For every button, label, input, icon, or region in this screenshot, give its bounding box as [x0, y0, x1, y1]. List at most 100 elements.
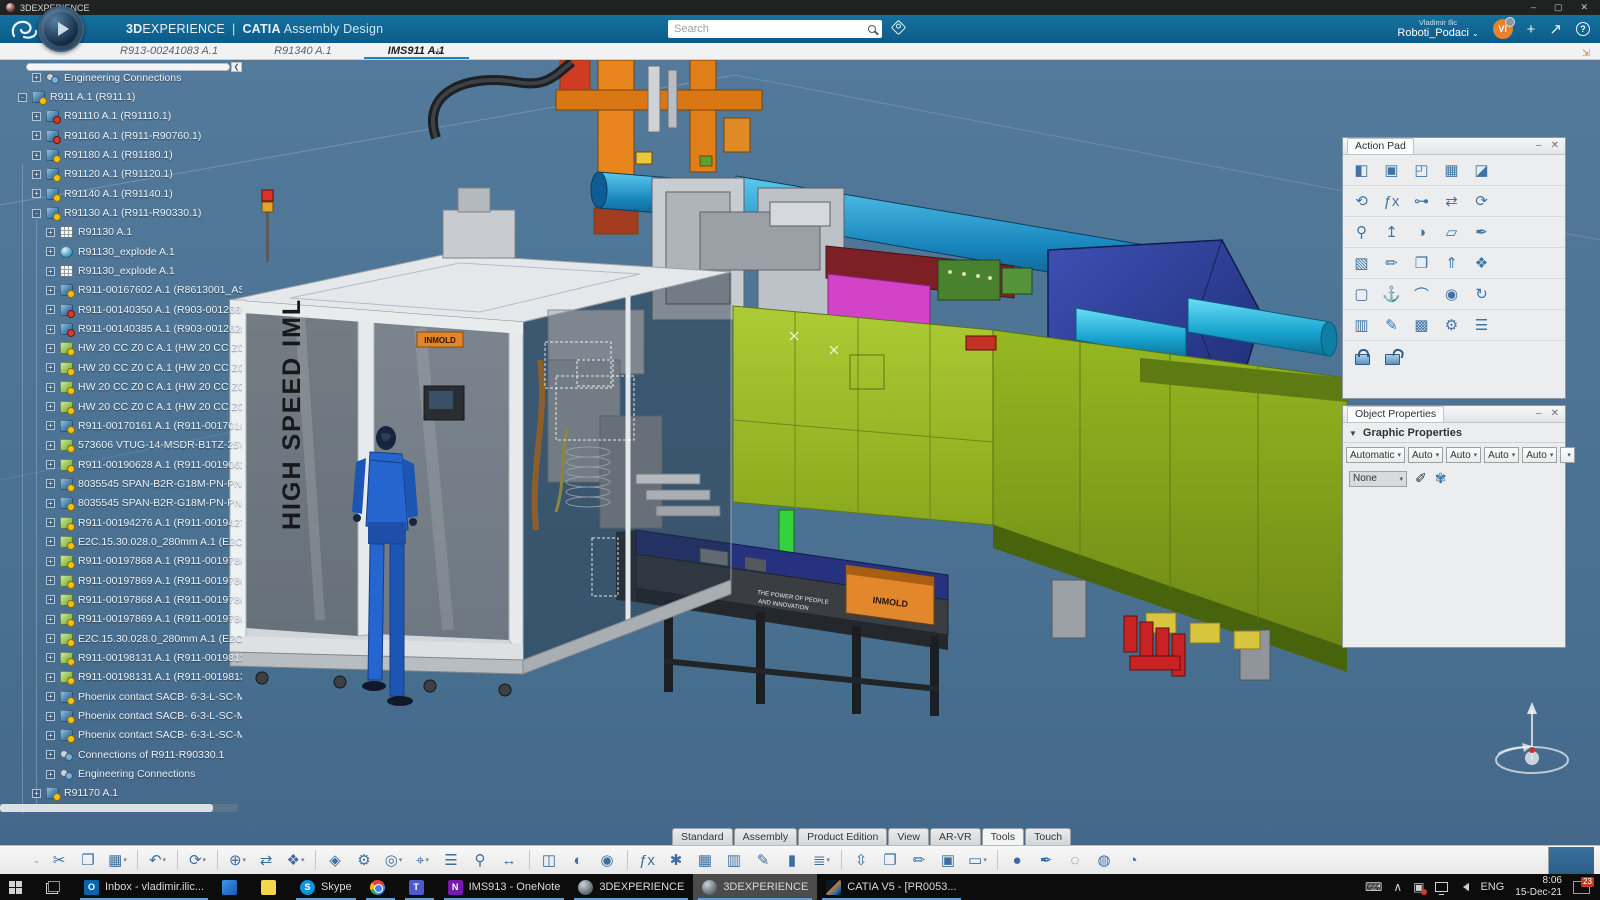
tree-row[interactable]: + R911-00140350 A.1 (R903-00126617.1) [0, 300, 242, 319]
formula-icon[interactable]: ƒx [634, 848, 661, 872]
tree-expand-toggle[interactable]: + [46, 731, 55, 740]
tree-row[interactable]: + 573606 VTUG-14-MSDR-B1TZ-25V20-Q1 [0, 436, 242, 455]
tree-expand-toggle[interactable]: + [46, 615, 55, 624]
bend-part-icon[interactable]: ⌒ [1408, 282, 1435, 306]
tree-row[interactable]: + Phoenix contact SACB- 6-3-L-SC-M8 A.1 … [0, 687, 242, 706]
toolbar-tab[interactable]: Assembly [734, 828, 798, 845]
tree-row[interactable]: + R911-00190628 A.1 (R911-00190628.1) [0, 455, 242, 474]
open-cube-icon[interactable]: ◰ [1408, 158, 1435, 182]
tree-row[interactable]: + R911-00198131 A.1 (R911-00198131.1) [0, 648, 242, 667]
tree-node-label[interactable]: R91120 A.1 (R91120.1) [64, 168, 173, 180]
box-icon[interactable]: ▣ [935, 848, 962, 872]
tree-row[interactable]: + Engineering Connections [0, 764, 242, 783]
tree-expand-toggle[interactable]: + [46, 692, 55, 701]
tree-node-label[interactable]: R911 A.1 (R911.1) [50, 91, 135, 103]
camera-robot-icon[interactable]: ❖ [1468, 251, 1495, 275]
component-icon[interactable]: ▢ [1348, 282, 1375, 306]
onenote[interactable]: N IMS913 - OneNote [439, 874, 570, 900]
search-box[interactable] [668, 20, 882, 38]
tree-row[interactable]: + Connections of R911-R90330.1 [0, 745, 242, 764]
tree-expand-toggle[interactable]: + [46, 770, 55, 779]
sep[interactable] [997, 850, 998, 870]
section-collapse-icon[interactable]: ▼ [1349, 429, 1357, 438]
tree-expand-toggle[interactable]: - [32, 209, 41, 218]
tree-expand-toggle[interactable]: + [32, 189, 41, 198]
tree-expand-toggle[interactable]: + [32, 131, 41, 140]
tree-row[interactable]: + R91130 A.1 [0, 223, 242, 242]
save-disc-icon[interactable]: ◎▾ [380, 848, 407, 872]
panel-minimize-button[interactable]: – [1536, 140, 1542, 151]
anchor-up-icon[interactable]: ↥ [1378, 220, 1405, 244]
tree-node-label[interactable]: R91140 A.1 (R91140.1) [64, 188, 173, 200]
upload-box-icon[interactable]: ⇑ [1438, 251, 1465, 275]
toolbar-tab[interactable]: AR-VR [930, 828, 981, 845]
close-button[interactable]: ✕ [1580, 2, 1588, 13]
teams[interactable]: T [400, 874, 439, 900]
tree-row[interactable]: + HW 20 CC Z0 C A.1 (HW 20 CC Z0 C.4) [0, 397, 242, 416]
tree-row[interactable]: + R911-00197869 A.1 (R911-00197869.2) [0, 610, 242, 629]
new-tab-button[interactable]: + [418, 43, 458, 60]
tag-icon[interactable] [891, 20, 907, 36]
tree-expand-toggle[interactable]: + [46, 402, 55, 411]
sep[interactable] [529, 850, 530, 870]
formula-icon[interactable]: ƒx [1378, 189, 1405, 213]
tree-expand-toggle[interactable]: + [32, 789, 41, 798]
graphic-property-dropdown[interactable]: Auto▾ [1484, 447, 1519, 463]
hidden-icons-chevron[interactable]: ∧ [1393, 881, 1402, 893]
tree-row[interactable]: + R91160 A.1 (R911-R90760.1) [0, 126, 242, 145]
tree-row[interactable]: + R911-00197868 A.1 (R911-00197868.2) [0, 590, 242, 609]
language-indicator[interactable]: ENG [1480, 881, 1504, 893]
tree-node-label[interactable]: HW 20 CC Z0 C A.1 (HW 20 CC Z0 C.3) [78, 381, 242, 393]
graphic-property-dropdown[interactable]: Auto▾ [1522, 447, 1557, 463]
tree-row[interactable]: + 8035545 SPAN-B2R-G18M-PN-PN-L1_AS [0, 474, 242, 493]
update-icon[interactable]: ⟳▾ [184, 848, 211, 872]
tree-expand-toggle[interactable]: + [46, 653, 55, 662]
3d-viewport[interactable]: INMOLD THE POWER OF PEOPLE AND INNOVATIO… [0, 60, 1600, 845]
update-icon[interactable]: ⟳ [1468, 189, 1495, 213]
action-pad-header[interactable]: Action Pad – ✕ [1343, 138, 1565, 155]
tree-expand-toggle[interactable]: + [32, 170, 41, 179]
replace-component-icon[interactable]: ⇄ [253, 848, 280, 872]
annotate-icon[interactable]: ✏ [1378, 251, 1405, 275]
tree-node-label[interactable]: R911-00190628 A.1 (R911-00190628.1) [78, 459, 242, 471]
workspace-name[interactable]: Roboti_Podaci [1397, 27, 1469, 39]
tree-expand-toggle[interactable]: + [46, 441, 55, 450]
expand-icon[interactable]: ⇳ [848, 848, 875, 872]
tree-row[interactable]: + R91170 A.1 [0, 784, 242, 803]
sphere-cut-icon[interactable]: ◔ [1120, 848, 1147, 872]
tree-node-label[interactable]: R91110 A.1 (R91110.1) [64, 110, 171, 122]
picker-icon[interactable]: ✒ [1468, 220, 1495, 244]
toolbar-tab[interactable]: Touch [1025, 828, 1071, 845]
align-boxes-icon[interactable]: ▥ [1348, 313, 1375, 337]
reorder-icon[interactable]: ⟲ [1348, 189, 1375, 213]
sphere-icon[interactable]: ● [1004, 848, 1031, 872]
tree-row[interactable]: + R91110 A.1 (R91110.1) [0, 107, 242, 126]
tree-node-label[interactable]: E2C.15.30.028.0_280mm A.1 (E2C.15.30.0 [78, 536, 242, 548]
avatar[interactable]: VI [1493, 19, 1513, 39]
sketch-icon[interactable]: ✎ [750, 848, 777, 872]
tree-node-label[interactable]: 8035545 SPAN-B2R-G18M-PN-PN-L1_AS [78, 497, 242, 509]
sep[interactable] [315, 850, 316, 870]
toolbar-tab[interactable]: Product Edition [798, 828, 887, 845]
tree-expand-toggle[interactable]: + [46, 267, 55, 276]
zoom-icon[interactable]: ⚲ [1348, 220, 1375, 244]
tree-row[interactable]: + R91120 A.1 (R91120.1) [0, 165, 242, 184]
tree-expand-toggle[interactable]: + [46, 479, 55, 488]
anchor-icon[interactable]: ⚓ [1378, 282, 1405, 306]
task-view-button[interactable] [37, 874, 75, 900]
gears-icon[interactable]: ⚙ [351, 848, 378, 872]
wand-icon[interactable]: ✱ [663, 848, 690, 872]
tree-row[interactable]: + R911-00140385 A.1 (R903-00126282) [0, 319, 242, 338]
tree-row[interactable]: + R911-00197869 A.1 (R911-00197869.1) [0, 571, 242, 590]
rotate-box-icon[interactable]: ↻ [1468, 282, 1495, 306]
toolbar-tab[interactable]: Standard [672, 828, 733, 845]
tree-expand-toggle[interactable]: + [46, 557, 55, 566]
tree-node-label[interactable]: R91160 A.1 (R911-R90760.1) [64, 130, 201, 142]
toolbar-tab[interactable]: Tools [982, 828, 1025, 845]
tree-expand-toggle[interactable]: + [46, 363, 55, 372]
tree-node-label[interactable]: Phoenix contact SACB- 6-3-L-SC-M8 A.1 ( [78, 691, 242, 703]
add-content-button[interactable]: + [1527, 22, 1536, 37]
object-properties-header[interactable]: Object Properties – ✕ [1343, 406, 1565, 423]
tree-node-label[interactable]: Phoenix contact SACB- 6-3-L-SC-M8 A.1 ( [78, 729, 242, 741]
lock-closed-icon[interactable] [1348, 344, 1375, 368]
